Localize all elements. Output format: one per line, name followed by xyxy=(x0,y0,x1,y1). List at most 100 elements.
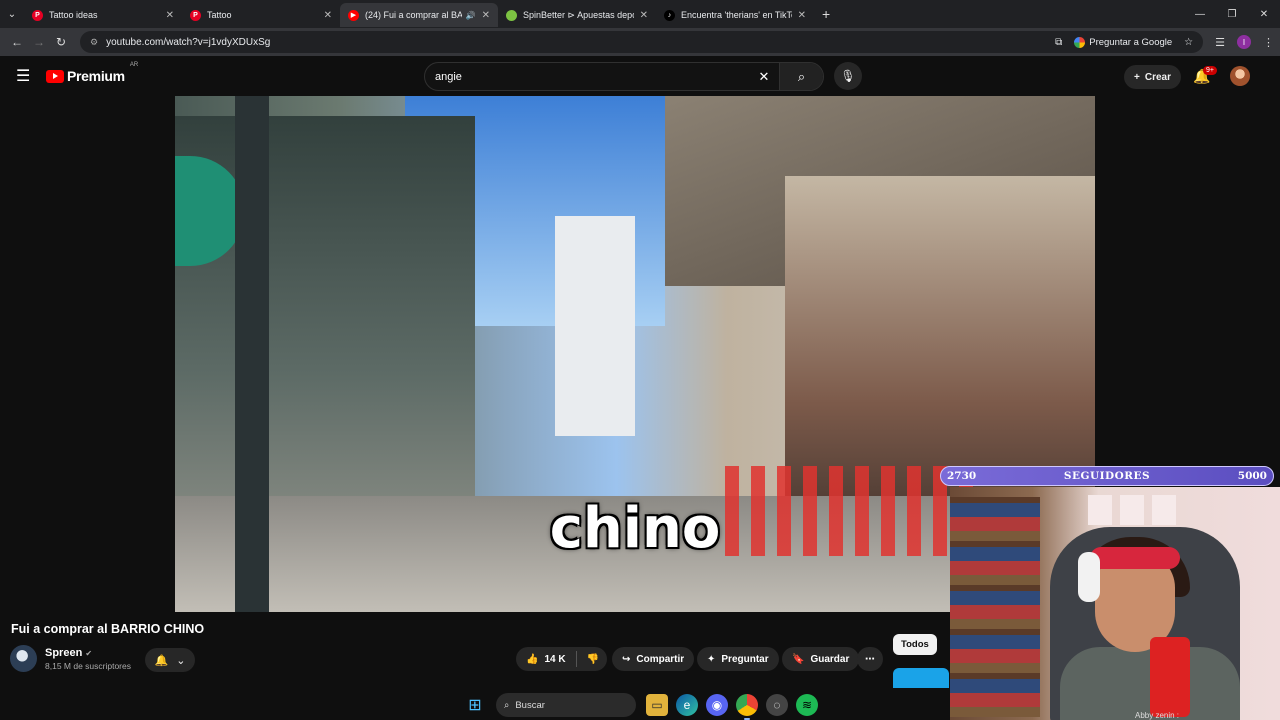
region-code: AR xyxy=(129,62,139,68)
browser-menu-icon[interactable]: ⋮ xyxy=(1263,36,1274,49)
microphone-icon: 🎙 xyxy=(840,69,856,83)
tab-close-icon[interactable]: ✕ xyxy=(798,10,806,21)
tab-3[interactable]: SpinBetter ⊳ Apuestas deportiv ✕ xyxy=(498,3,656,27)
menu-icon[interactable]: ☰ xyxy=(16,66,32,86)
site-info-icon[interactable]: ⚙ xyxy=(90,37,98,48)
back-icon[interactable]: ← xyxy=(6,35,28,49)
divider xyxy=(575,651,577,667)
webcam-bookshelf xyxy=(950,497,1040,717)
subscription-bell-button[interactable]: 🔔 ⌄ xyxy=(145,648,195,672)
plus-icon: + xyxy=(1134,71,1140,83)
follower-goal-bar: 2730 SEGUIDORES 5000 xyxy=(940,466,1274,486)
file-explorer-icon[interactable]: ▭ xyxy=(646,694,668,716)
address-toolbar: ← → ↻ ⚙ youtube.com/watch?v=j1vdyXDUxSg … xyxy=(0,28,1280,56)
windows-start-icon[interactable]: ⊞ xyxy=(464,694,486,716)
tab-close-icon[interactable]: ✕ xyxy=(324,10,332,21)
restore-icon[interactable]: ❐ xyxy=(1216,0,1248,28)
bell-icon: 🔔 xyxy=(154,654,169,667)
bookmark-icon: 🔖 xyxy=(792,653,805,665)
taskbar-search[interactable]: ⌕ Buscar xyxy=(496,693,636,717)
url-text[interactable]: youtube.com/watch?v=j1vdyXDUxSg xyxy=(106,37,270,48)
tab-close-icon[interactable]: ✕ xyxy=(640,10,648,21)
logo-text: Premium xyxy=(67,68,125,84)
share-icon: ↪ xyxy=(622,653,631,665)
search-button[interactable]: ⌕ xyxy=(779,63,823,90)
browser-tab-bar: ⌄ P Tattoo ideas ✕ P Tattoo ✕ ▶ (24) Fui… xyxy=(0,0,1280,28)
webcam-headband xyxy=(1090,547,1180,569)
taskbar: ⊞ ⌕ Buscar ▭ e ◉ ◌ ≋ xyxy=(460,690,830,720)
account-avatar[interactable] xyxy=(1230,66,1250,86)
more-actions-button[interactable]: ⋯ xyxy=(857,647,883,671)
channel-name[interactable]: Spreen ✔ xyxy=(45,647,131,659)
thumbs-up-icon: 👍 xyxy=(526,653,539,665)
tab-title: SpinBetter ⊳ Apuestas deportiv xyxy=(523,9,634,20)
notification-badge: 9+ xyxy=(1203,66,1217,75)
youtube-logo[interactable]: Premium AR xyxy=(46,62,138,84)
tab-0[interactable]: P Tattoo ideas ✕ xyxy=(24,3,182,27)
tab-search-chevron-icon[interactable]: ⌄ xyxy=(0,0,24,28)
ask-button[interactable]: ✦ Preguntar xyxy=(697,647,779,671)
ask-label: Preguntar xyxy=(721,653,769,665)
search-input[interactable]: angie xyxy=(425,71,749,83)
clear-search-icon[interactable]: ✕ xyxy=(749,69,779,85)
forward-icon[interactable]: → xyxy=(28,35,50,49)
video-title: Fui a comprar al BARRIO CHINO xyxy=(11,622,205,636)
tab-close-icon[interactable]: ✕ xyxy=(482,10,490,21)
thumbs-down-icon[interactable]: 👎 xyxy=(587,654,599,665)
tab-2-active[interactable]: ▶ (24) Fui a comprar al BARRIO 🔊 ✕ xyxy=(340,3,498,27)
ask-google-button[interactable]: Preguntar a Google xyxy=(1074,36,1172,48)
tiktok-icon: ♪ xyxy=(664,9,675,21)
tab-title: Tattoo xyxy=(207,10,232,20)
pinterest-icon: P xyxy=(32,9,43,21)
create-label: Crear xyxy=(1144,71,1171,83)
youtube-icon: ▶ xyxy=(348,9,359,21)
channel-info: Spreen ✔ 8,15 M de suscriptores xyxy=(10,645,131,672)
taskbar-search-label: Buscar xyxy=(515,699,545,711)
voice-search-button[interactable]: 🎙 xyxy=(834,62,862,90)
youtube-header: ☰ Premium AR angie ✕ ⌕ 🎙 + Crear 🔔 9+ xyxy=(0,56,1280,96)
chevron-down-icon: ⌄ xyxy=(176,654,186,667)
create-button[interactable]: + Crear xyxy=(1124,65,1181,89)
youtube-play-icon xyxy=(46,69,64,83)
discord-icon[interactable]: ◉ xyxy=(706,694,728,716)
obs-icon[interactable]: ◌ xyxy=(766,694,788,716)
webcam-wall-frames xyxy=(1088,495,1178,525)
spotify-icon[interactable]: ≋ xyxy=(796,694,818,716)
share-button[interactable]: ↪ Compartir xyxy=(612,647,695,671)
like-count: 14 K xyxy=(544,653,566,665)
search-icon: ⌕ xyxy=(504,699,510,711)
reload-icon[interactable]: ↻ xyxy=(50,35,72,49)
save-button[interactable]: 🔖 Guardar xyxy=(782,647,860,671)
bookmark-star-icon[interactable]: ☆ xyxy=(1184,37,1193,48)
tab-close-icon[interactable]: ✕ xyxy=(166,10,174,21)
tab-title: Tattoo ideas xyxy=(49,10,98,20)
more-horizontal-icon: ⋯ xyxy=(865,653,875,665)
chrome-icon[interactable] xyxy=(736,694,758,720)
search-box: angie ✕ ⌕ xyxy=(424,62,824,91)
tab-4[interactable]: ♪ Encuentra 'therians' en TikTok | ✕ xyxy=(656,3,814,27)
close-window-icon[interactable]: ✕ xyxy=(1248,0,1280,28)
search-icon: ⌕ xyxy=(797,68,806,84)
subscriber-count: 8,15 M de suscriptores xyxy=(45,660,131,671)
tab-title: (24) Fui a comprar al BARRIO xyxy=(365,10,462,20)
sparkle-icon: ✦ xyxy=(707,653,716,665)
address-bar[interactable]: ⚙ youtube.com/watch?v=j1vdyXDUxSg ⧉ Preg… xyxy=(80,31,1204,53)
new-tab-button[interactable]: + xyxy=(822,6,830,22)
minimize-icon[interactable]: — xyxy=(1184,0,1216,28)
webcam-overlay xyxy=(950,487,1280,720)
recommended-thumbnail[interactable] xyxy=(893,668,949,688)
share-label: Compartir xyxy=(636,653,685,665)
edge-icon[interactable]: e xyxy=(676,694,698,716)
cast-icon[interactable]: ⧉ xyxy=(1055,37,1062,48)
follower-goal: 5000 xyxy=(1237,470,1267,482)
like-button[interactable]: 👍 14 K 👎 xyxy=(516,647,608,671)
google-icon xyxy=(1074,36,1086,48)
webcam-microphone xyxy=(1150,637,1190,717)
filter-chip-all[interactable]: Todos xyxy=(893,634,937,655)
spinbetter-icon xyxy=(506,9,517,21)
speaker-icon[interactable]: 🔊 xyxy=(466,11,476,20)
tab-1[interactable]: P Tattoo ✕ xyxy=(182,3,340,27)
profile-avatar[interactable]: I xyxy=(1237,35,1251,49)
reading-list-icon[interactable]: ☰ xyxy=(1215,36,1225,49)
channel-avatar[interactable] xyxy=(10,645,37,672)
